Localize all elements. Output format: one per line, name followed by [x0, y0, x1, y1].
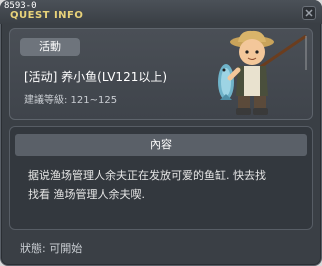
- quest-status: 狀態: 可開始: [20, 242, 83, 255]
- close-button[interactable]: [302, 6, 316, 20]
- window-title: QUEST INFO: [10, 10, 84, 21]
- description-line-2: 找看 渔场管理人余夫喫.: [28, 188, 145, 201]
- description-line-1: 据说渔场管理人余夫正在发放可爱的鱼缸. 快去找: [28, 169, 266, 182]
- quest-name: [活动] 养小鱼(LV121以上): [24, 70, 168, 84]
- close-icon: [305, 9, 313, 17]
- content-section-header: 內容: [15, 134, 307, 156]
- quest-description: 据说渔场管理人余夫正在发放可爱的鱼缸. 快去找 找看 渔场管理人余夫喫.: [28, 166, 300, 204]
- quest-tag: 活動: [20, 38, 80, 56]
- level-requirement: 建議等級: 121~125: [24, 95, 118, 106]
- fisherman-npc-icon: [218, 30, 307, 115]
